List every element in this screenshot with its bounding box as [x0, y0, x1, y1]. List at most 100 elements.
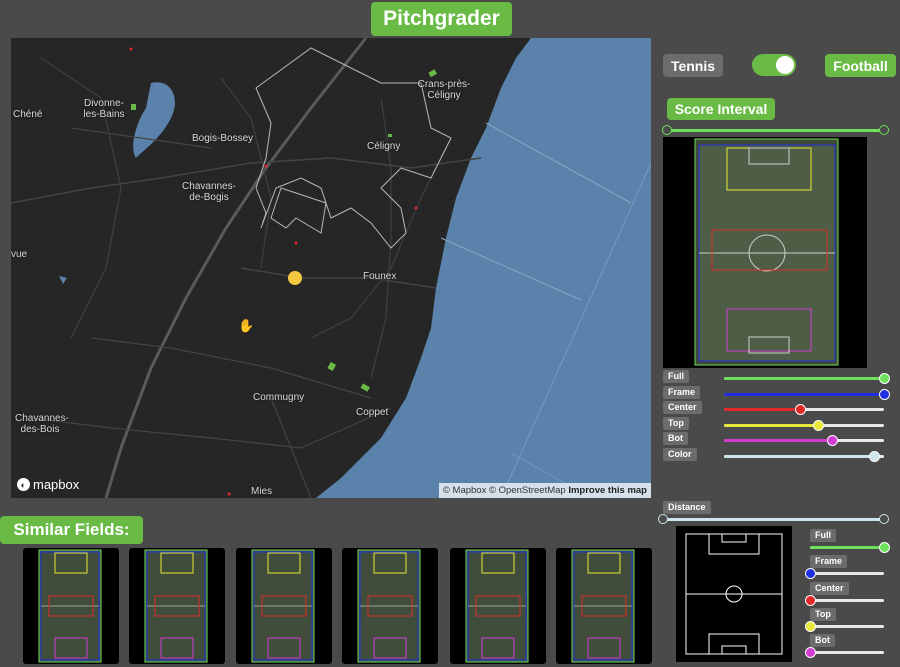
map-label: Chavannes-des-Bois	[15, 413, 69, 435]
pond-water	[133, 82, 175, 158]
similar-field-thumbnail[interactable]	[450, 548, 546, 664]
distance-weight-handle[interactable]	[804, 647, 816, 659]
map-label: Bogis-Bossey	[192, 133, 254, 144]
similar-field-thumbnail[interactable]	[129, 548, 225, 664]
lake-water	[316, 38, 651, 498]
distance-weight-handle[interactable]	[878, 542, 890, 553]
thumbnail-field-overlay	[357, 549, 421, 663]
distance-weight-label-bot: Bot	[810, 634, 835, 648]
pitch-diagram-lines	[685, 533, 783, 655]
distance-weight-handle[interactable]	[804, 594, 816, 606]
red-marker	[294, 241, 298, 245]
filter-slider-fill	[724, 454, 875, 458]
map-label: Founex	[363, 271, 397, 282]
road	[30, 407, 392, 449]
toggle-knob	[776, 56, 794, 74]
thumbnail-field-overlay	[465, 549, 529, 663]
pond-water-small	[59, 276, 67, 284]
country-border	[270, 187, 327, 234]
map-label: Commugny	[253, 392, 305, 403]
filter-slider-handle[interactable]	[827, 435, 839, 446]
filter-label-full: Full	[663, 370, 689, 383]
app-title: Pitchgrader	[371, 2, 512, 36]
red-marker	[129, 47, 133, 51]
road	[370, 97, 392, 379]
filter-slider-fill	[724, 408, 801, 411]
road	[270, 397, 312, 498]
distance-weight-label-frame: Frame	[810, 555, 848, 569]
similar-field-thumbnail[interactable]	[342, 548, 438, 664]
score-interval-max-handle[interactable]	[879, 125, 889, 135]
distance-weight-handle[interactable]	[804, 620, 816, 632]
map-attribution: © Mapbox © OpenStreetMap Improve this ma…	[438, 483, 651, 498]
tennis-button[interactable]: Tennis	[663, 54, 723, 77]
filter-label-center: Center	[663, 401, 702, 414]
filter-label-frame: Frame	[663, 385, 701, 399]
field-marker	[428, 69, 437, 78]
map-label: Divonne-les-Bains	[83, 98, 125, 120]
map-label: vue	[11, 249, 28, 260]
thumbnail-field-overlay	[571, 549, 635, 663]
thumbnail-field-overlay	[251, 549, 315, 663]
hand-cursor-icon: ✋	[238, 318, 254, 333]
map-label: Coppet	[356, 407, 389, 418]
score-interval-label: Score Interval	[667, 98, 775, 120]
filter-slider-fill	[724, 377, 884, 380]
distance-weight-label-center: Center	[810, 581, 849, 595]
distance-weight-handle[interactable]	[804, 568, 816, 580]
map-label: Chéné	[13, 109, 43, 120]
similar-fields-label: Similar Fields:	[0, 516, 143, 544]
distance-weight-slider-center[interactable]	[810, 598, 884, 602]
distance-weight-label-full: Full	[810, 529, 836, 542]
thumbnail-field-overlay	[144, 549, 208, 663]
filter-slider-handle[interactable]	[795, 404, 807, 415]
thumbnail-field-overlay	[38, 549, 102, 663]
similar-field-thumbnail[interactable]	[236, 548, 332, 664]
field-marker	[388, 134, 392, 137]
distance-weight-label-top: Top	[810, 607, 836, 621]
map-view[interactable]: ✋ Chéné Divonne-les-Bains Bogis-Bossey C…	[11, 38, 651, 498]
distance-weight-slider-bot[interactable]	[810, 651, 884, 655]
field-marker	[360, 383, 370, 392]
mapbox-logo[interactable]: ◐ mapbox	[17, 477, 79, 492]
score-interval-slider[interactable]	[667, 129, 884, 132]
map-label: Céligny	[367, 141, 401, 152]
filter-label-color: Color	[663, 447, 697, 461]
mapbox-icon: ◐	[17, 478, 30, 491]
field-marker	[327, 361, 337, 371]
map-label: Crans-près-Céligny	[417, 79, 471, 101]
road	[310, 137, 452, 339]
similar-field-thumbnail[interactable]	[23, 548, 119, 664]
filter-slider-fill	[724, 392, 884, 396]
map-label: Mies	[251, 486, 273, 497]
highway-road	[104, 38, 368, 498]
country-border	[255, 47, 452, 249]
improve-map-link[interactable]: Improve this map	[568, 485, 647, 496]
distance-weight-slider-frame[interactable]	[810, 572, 884, 576]
road	[240, 267, 437, 289]
selected-location-marker	[288, 271, 302, 285]
filter-label-top: Top	[663, 416, 689, 430]
filter-label-bot: Bot	[663, 432, 688, 445]
filter-slider-handle[interactable]	[878, 373, 890, 384]
field-overlay	[694, 138, 839, 366]
score-interval-min-handle[interactable]	[662, 125, 672, 135]
red-marker	[414, 206, 418, 210]
distance-max-handle[interactable]	[879, 514, 889, 524]
distance-min-handle[interactable]	[658, 514, 668, 524]
map-label: Chavannes-de-Bogis	[182, 181, 236, 203]
filter-slider-handle[interactable]	[812, 419, 824, 431]
field-marker	[131, 104, 136, 110]
filter-slider-fill	[724, 439, 833, 442]
filter-slider-handle[interactable]	[868, 450, 880, 462]
distance-label: Distance	[663, 501, 711, 514]
red-marker	[264, 164, 268, 168]
distance-weight-slider-top[interactable]	[810, 624, 884, 628]
distance-slider[interactable]	[663, 518, 884, 521]
sport-toggle-switch[interactable]	[752, 54, 796, 76]
field-preview	[663, 137, 867, 368]
filter-slider-handle[interactable]	[878, 388, 890, 400]
red-marker	[227, 492, 231, 496]
football-button[interactable]: Football	[825, 54, 896, 77]
similar-field-thumbnail[interactable]	[556, 548, 652, 664]
